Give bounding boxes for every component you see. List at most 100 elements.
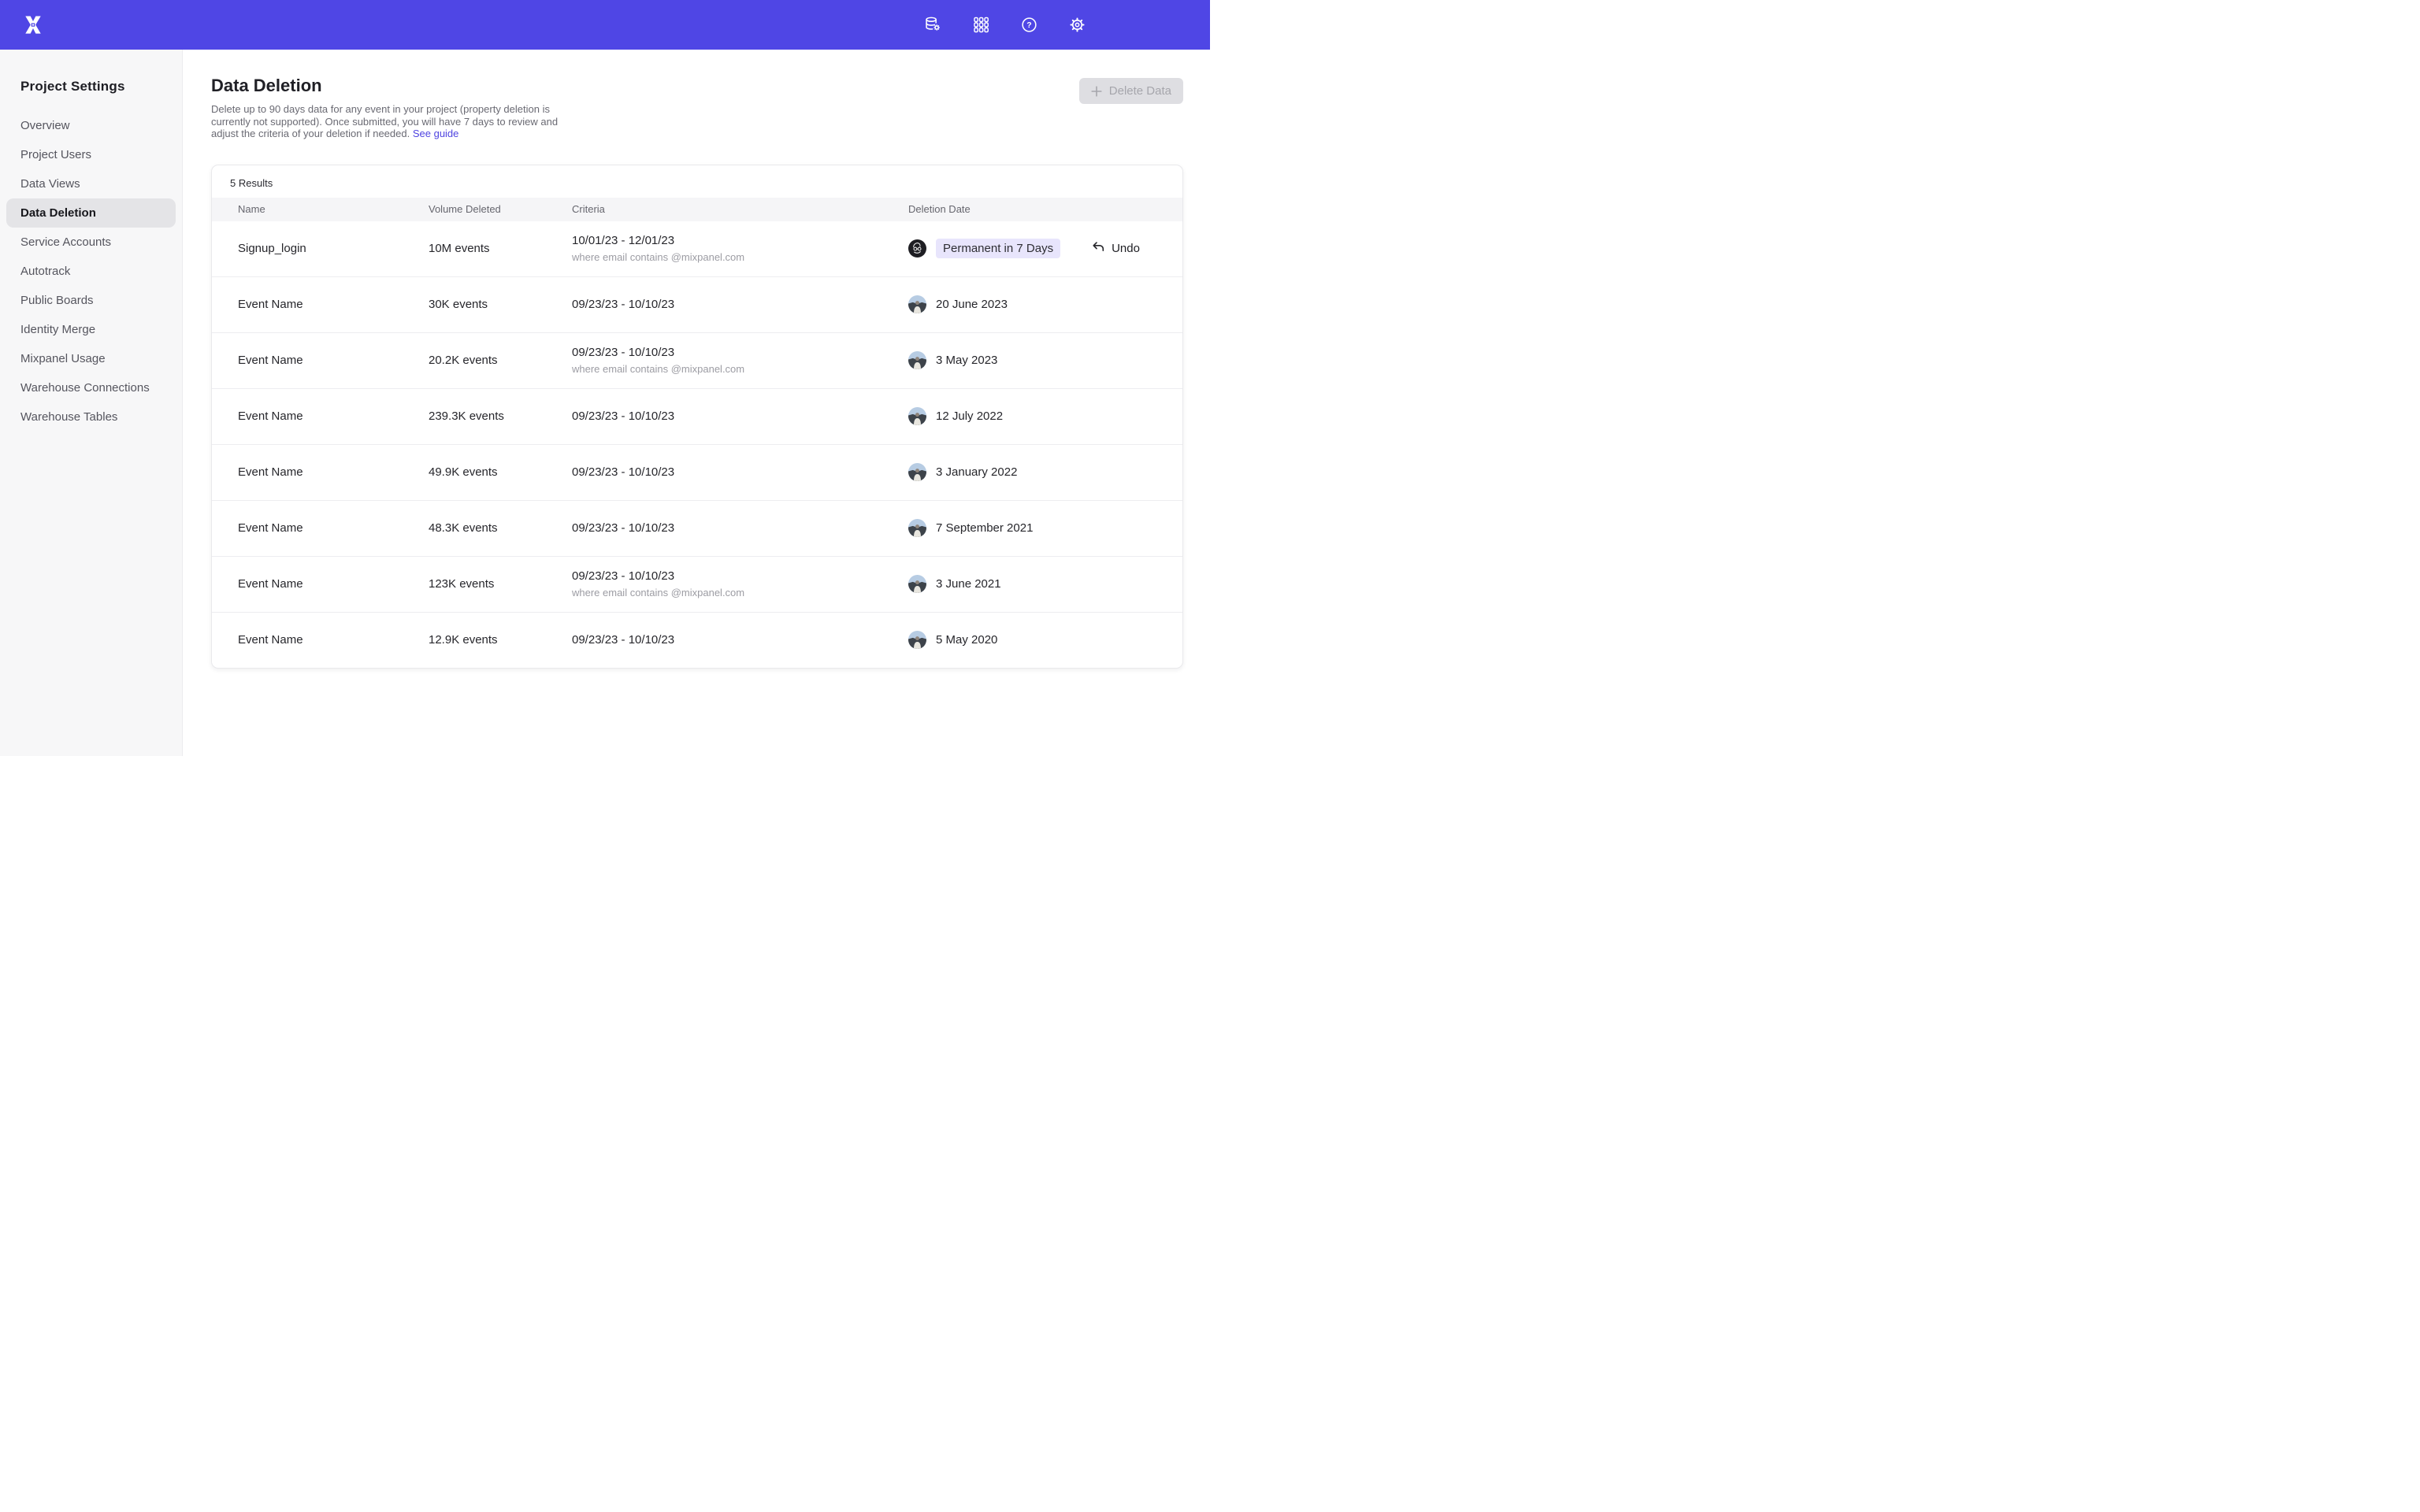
sidebar-item-data-deletion[interactable]: Data Deletion (6, 198, 176, 228)
criteria-range: 09/23/23 - 10/10/23 (572, 346, 908, 359)
deletion-date-cell: 20 June 2023 (908, 295, 1182, 313)
sidebar-title: Project Settings (20, 79, 182, 94)
sidebar-item-warehouse-connections[interactable]: Warehouse Connections (6, 373, 176, 402)
name-cell: Event Name (238, 354, 429, 367)
sidebar-item-mixpanel-usage[interactable]: Mixpanel Usage (6, 344, 176, 373)
sidebar-item-overview[interactable]: Overview (6, 111, 176, 140)
criteria-sub: where email contains @mixpanel.com (572, 587, 908, 598)
criteria-cell: 10/01/23 - 12/01/23 where email contains … (572, 234, 908, 263)
criteria-range: 09/23/23 - 10/10/23 (572, 569, 908, 583)
deletion-date: 5 May 2020 (936, 633, 997, 647)
criteria-sub: where email contains @mixpanel.com (572, 363, 908, 375)
sidebar-item-public-boards[interactable]: Public Boards (6, 286, 176, 315)
table-row: Event Name48.3K events09/23/23 - 10/10/2… (212, 501, 1182, 557)
column-header-deletion-date: Deletion Date (908, 203, 1182, 215)
criteria-range: 09/23/23 - 10/10/23 (572, 410, 908, 423)
criteria-range: 09/23/23 - 10/10/23 (572, 521, 908, 535)
table-row: Event Name239.3K events09/23/23 - 10/10/… (212, 389, 1182, 445)
criteria-cell: 09/23/23 - 10/10/23 where email contains … (572, 346, 908, 375)
sidebar-item-warehouse-tables[interactable]: Warehouse Tables (6, 402, 176, 432)
sidebar-item-project-users[interactable]: Project Users (6, 140, 176, 169)
user-avatar (908, 239, 926, 258)
settings-gear-icon[interactable] (1067, 16, 1086, 35)
deletion-date-cell: Permanent in 7 Days Undo (908, 239, 1182, 258)
criteria-range: 09/23/23 - 10/10/23 (572, 633, 908, 647)
user-avatar (908, 575, 926, 593)
mixpanel-logo-icon[interactable] (21, 13, 45, 37)
user-avatar (908, 351, 926, 369)
volume-cell: 20.2K events (429, 354, 572, 367)
deletion-date: 3 January 2022 (936, 465, 1017, 479)
criteria-range: 10/01/23 - 12/01/23 (572, 234, 908, 247)
page-description: Delete up to 90 days data for any event … (211, 103, 561, 140)
name-cell: Event Name (238, 633, 429, 647)
sidebar-item-identity-merge[interactable]: Identity Merge (6, 315, 176, 344)
criteria-cell: 09/23/23 - 10/10/23 (572, 521, 908, 535)
table-row: Event Name49.9K events09/23/23 - 10/10/2… (212, 445, 1182, 501)
delete-data-button-label: Delete Data (1109, 84, 1171, 98)
name-cell: Event Name (238, 298, 429, 311)
table-row: Event Name20.2K events09/23/23 - 10/10/2… (212, 333, 1182, 389)
volume-cell: 30K events (429, 298, 572, 311)
page-title: Data Deletion (211, 76, 561, 96)
user-avatar (908, 463, 926, 481)
deletion-date-cell: 3 May 2023 (908, 351, 1182, 369)
column-header-criteria: Criteria (572, 203, 908, 215)
sidebar-item-service-accounts[interactable]: Service Accounts (6, 228, 176, 257)
volume-cell: 49.9K events (429, 465, 572, 479)
name-cell: Event Name (238, 465, 429, 479)
user-avatar (908, 519, 926, 537)
undo-icon (1091, 240, 1105, 258)
criteria-range: 09/23/23 - 10/10/23 (572, 465, 908, 479)
criteria-cell: 09/23/23 - 10/10/23 (572, 465, 908, 479)
name-cell: Event Name (238, 410, 429, 423)
sidebar-item-data-views[interactable]: Data Views (6, 169, 176, 198)
name-cell: Event Name (238, 577, 429, 591)
deletion-date-cell: 3 June 2021 (908, 575, 1182, 593)
table-row: Event Name12.9K events09/23/23 - 10/10/2… (212, 613, 1182, 668)
criteria-cell: 09/23/23 - 10/10/23 where email contains … (572, 569, 908, 598)
deletion-date-cell: 3 January 2022 (908, 463, 1182, 481)
deletion-date: 7 September 2021 (936, 521, 1033, 535)
table-row: Signup_login10M events10/01/23 - 12/01/2… (212, 221, 1182, 277)
results-count: 5 Results (212, 165, 1182, 198)
undo-button[interactable]: Undo (1091, 240, 1140, 258)
page-header: Data Deletion Delete up to 90 days data … (211, 76, 1183, 140)
criteria-cell: 09/23/23 - 10/10/23 (572, 633, 908, 647)
sidebar: Project Settings OverviewProject UsersDa… (0, 50, 183, 756)
volume-cell: 12.9K events (429, 633, 572, 647)
apps-grid-icon[interactable] (971, 16, 990, 35)
sidebar-nav: OverviewProject UsersData ViewsData Dele… (0, 111, 182, 432)
volume-cell: 48.3K events (429, 521, 572, 535)
user-avatar (908, 295, 926, 313)
undo-label: Undo (1112, 242, 1140, 255)
criteria-cell: 09/23/23 - 10/10/23 (572, 298, 908, 311)
deletion-date: 20 June 2023 (936, 298, 1008, 311)
status-badge: Permanent in 7 Days (936, 239, 1060, 258)
criteria-sub: where email contains @mixpanel.com (572, 251, 908, 263)
delete-data-button[interactable]: Delete Data (1079, 78, 1183, 104)
volume-cell: 10M events (429, 242, 572, 255)
deletion-date-cell: 12 July 2022 (908, 407, 1182, 425)
topbar: ? (0, 0, 1210, 50)
table-row: Event Name30K events09/23/23 - 10/10/23 2… (212, 277, 1182, 333)
user-avatar (908, 407, 926, 425)
sidebar-item-autotrack[interactable]: Autotrack (6, 257, 176, 286)
table-header-row: NameVolume DeletedCriteriaDeletion Date (212, 198, 1182, 221)
see-guide-link[interactable]: See guide (413, 128, 459, 139)
main-content: Data Deletion Delete up to 90 days data … (183, 50, 1210, 756)
results-table: Signup_login10M events10/01/23 - 12/01/2… (212, 221, 1182, 668)
column-header-volume-deleted: Volume Deleted (429, 203, 572, 215)
page-description-text: Delete up to 90 days data for any event … (211, 103, 558, 139)
deletion-date-cell: 7 September 2021 (908, 519, 1182, 537)
topbar-icons: ? (923, 16, 1086, 35)
deletion-date: 12 July 2022 (936, 410, 1003, 423)
table-row: Event Name123K events09/23/23 - 10/10/23… (212, 557, 1182, 613)
name-cell: Event Name (238, 521, 429, 535)
help-icon[interactable]: ? (1019, 16, 1038, 35)
data-management-icon[interactable] (923, 16, 942, 35)
deletion-date: 3 June 2021 (936, 577, 1001, 591)
volume-cell: 123K events (429, 577, 572, 591)
criteria-range: 09/23/23 - 10/10/23 (572, 298, 908, 311)
criteria-cell: 09/23/23 - 10/10/23 (572, 410, 908, 423)
